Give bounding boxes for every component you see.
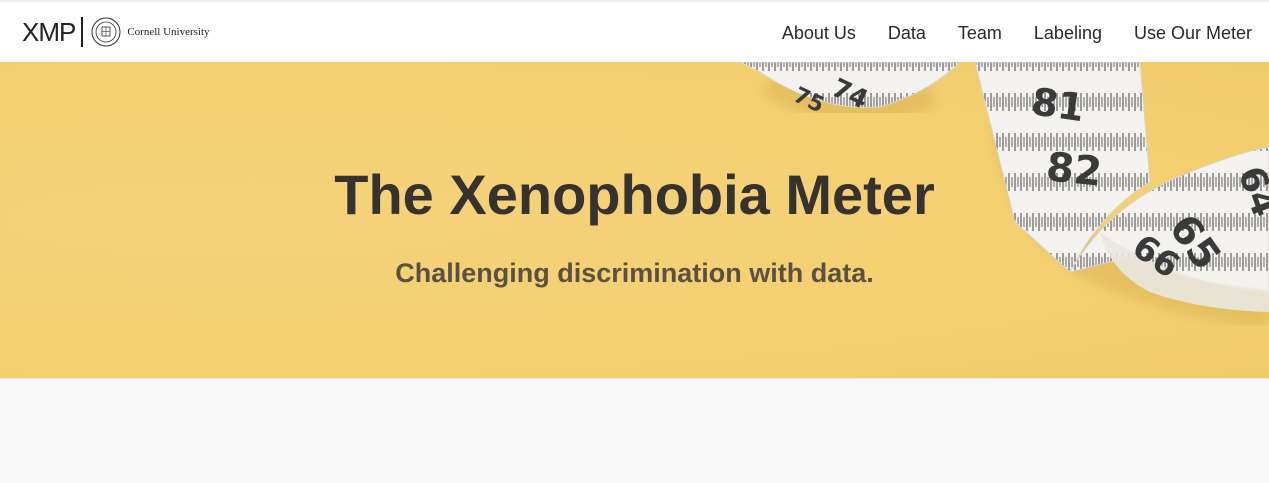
cornell-seal-icon — [91, 17, 121, 47]
nav-team[interactable]: Team — [958, 23, 1002, 44]
xmp-logo[interactable]: XMP — [22, 19, 76, 45]
top-navbar: XMP Cornell University About Us Data Tea… — [0, 0, 1269, 62]
cornell-university-label: Cornell University — [127, 26, 210, 38]
tape-number: 81 — [1029, 79, 1087, 130]
nav-labeling[interactable]: Labeling — [1034, 23, 1102, 44]
nav-links: About Us Data Team Labeling Use Our Mete… — [750, 2, 1252, 64]
content-section — [0, 378, 1269, 483]
hero-subtitle: Challenging discrimination with data. — [395, 258, 874, 288]
hero-title: The Xenophobia Meter — [334, 163, 935, 226]
logo-divider — [81, 17, 84, 47]
nav-use-our-meter[interactable]: Use Our Meter — [1134, 23, 1252, 44]
nav-about-us[interactable]: About Us — [782, 23, 856, 44]
hero-banner: 74 75 81 82 65 66 64 The Xenophobia Mete… — [0, 62, 1269, 378]
brand-logo-group[interactable]: XMP Cornell University — [22, 15, 210, 49]
nav-data[interactable]: Data — [888, 23, 926, 44]
